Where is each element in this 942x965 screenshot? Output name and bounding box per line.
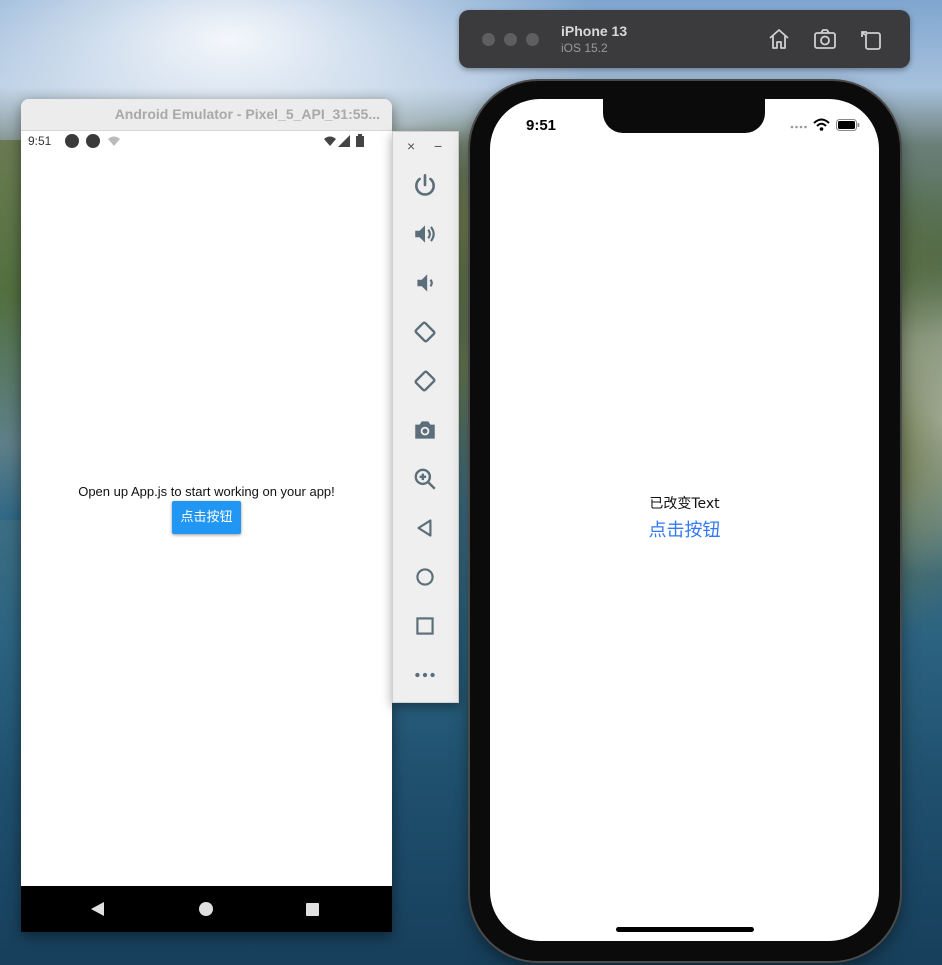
android-window-title: Android Emulator - Pixel_5_API_31:55... [114, 106, 380, 122]
volume-down-icon[interactable] [412, 270, 438, 296]
simulator-device-name: iPhone 13 [561, 23, 628, 39]
android-status-bar: 9:51 [21, 131, 392, 153]
panel-minimize-button[interactable]: − [434, 138, 442, 154]
iphone-notch [603, 99, 765, 133]
android-app-screen: Open up App.js to start working on your … [21, 153, 392, 886]
window-zoom-button[interactable] [526, 33, 539, 46]
android-tap-button[interactable]: 点击按钮 [172, 501, 241, 534]
expo-notification-icon [65, 134, 79, 148]
android-app-message: Open up App.js to start working on your … [78, 484, 335, 499]
home-icon[interactable] [199, 902, 213, 916]
more-icon[interactable] [412, 662, 438, 688]
recents-icon[interactable] [306, 903, 319, 916]
emulator-control-panel: × − [392, 131, 459, 703]
iphone-app-message: 已改变Text [649, 496, 720, 512]
window-close-button[interactable] [482, 33, 495, 46]
iphone-tap-button[interactable]: 点击按钮 [490, 516, 879, 542]
home-icon[interactable] [412, 564, 438, 590]
volume-up-icon[interactable] [412, 221, 438, 247]
wifi-off-icon [108, 136, 120, 146]
camera-icon[interactable] [412, 417, 438, 443]
zoom-icon[interactable] [412, 466, 438, 492]
rotate-icon[interactable] [859, 27, 883, 51]
window-minimize-button[interactable] [504, 33, 517, 46]
home-indicator[interactable] [616, 927, 754, 932]
screenshot-icon[interactable] [813, 27, 837, 51]
back-icon[interactable] [412, 515, 438, 541]
wifi-icon [324, 136, 336, 146]
overview-icon[interactable] [412, 613, 438, 639]
wifi-icon [813, 118, 830, 131]
iphone-device-frame: 9:51 已改变Text 点击按钮 [470, 81, 900, 961]
android-nav-bar [21, 886, 392, 932]
android-titlebar[interactable]: Android Emulator - Pixel_5_API_31:55... [21, 99, 392, 131]
home-icon[interactable] [767, 27, 791, 51]
power-icon[interactable] [412, 172, 438, 198]
android-emulator-window: Android Emulator - Pixel_5_API_31:55... … [21, 99, 392, 932]
back-icon[interactable] [91, 902, 105, 916]
panel-close-button[interactable]: × [407, 138, 415, 154]
battery-icon [836, 119, 860, 131]
signal-dots-icon [790, 125, 807, 129]
rotate-left-icon[interactable] [412, 319, 438, 345]
rotate-right-icon[interactable] [412, 368, 438, 394]
simulator-os-version: iOS 15.2 [561, 41, 608, 55]
android-status-time: 9:51 [28, 134, 52, 148]
simulator-toolbar: iPhone 13 iOS 15.2 [459, 10, 910, 68]
battery-icon [356, 134, 364, 147]
iphone-status-time: 9:51 [526, 117, 557, 134]
expo-notification-icon [86, 134, 100, 148]
iphone-app-screen: 9:51 已改变Text 点击按钮 [490, 99, 879, 941]
signal-icon [338, 135, 350, 147]
